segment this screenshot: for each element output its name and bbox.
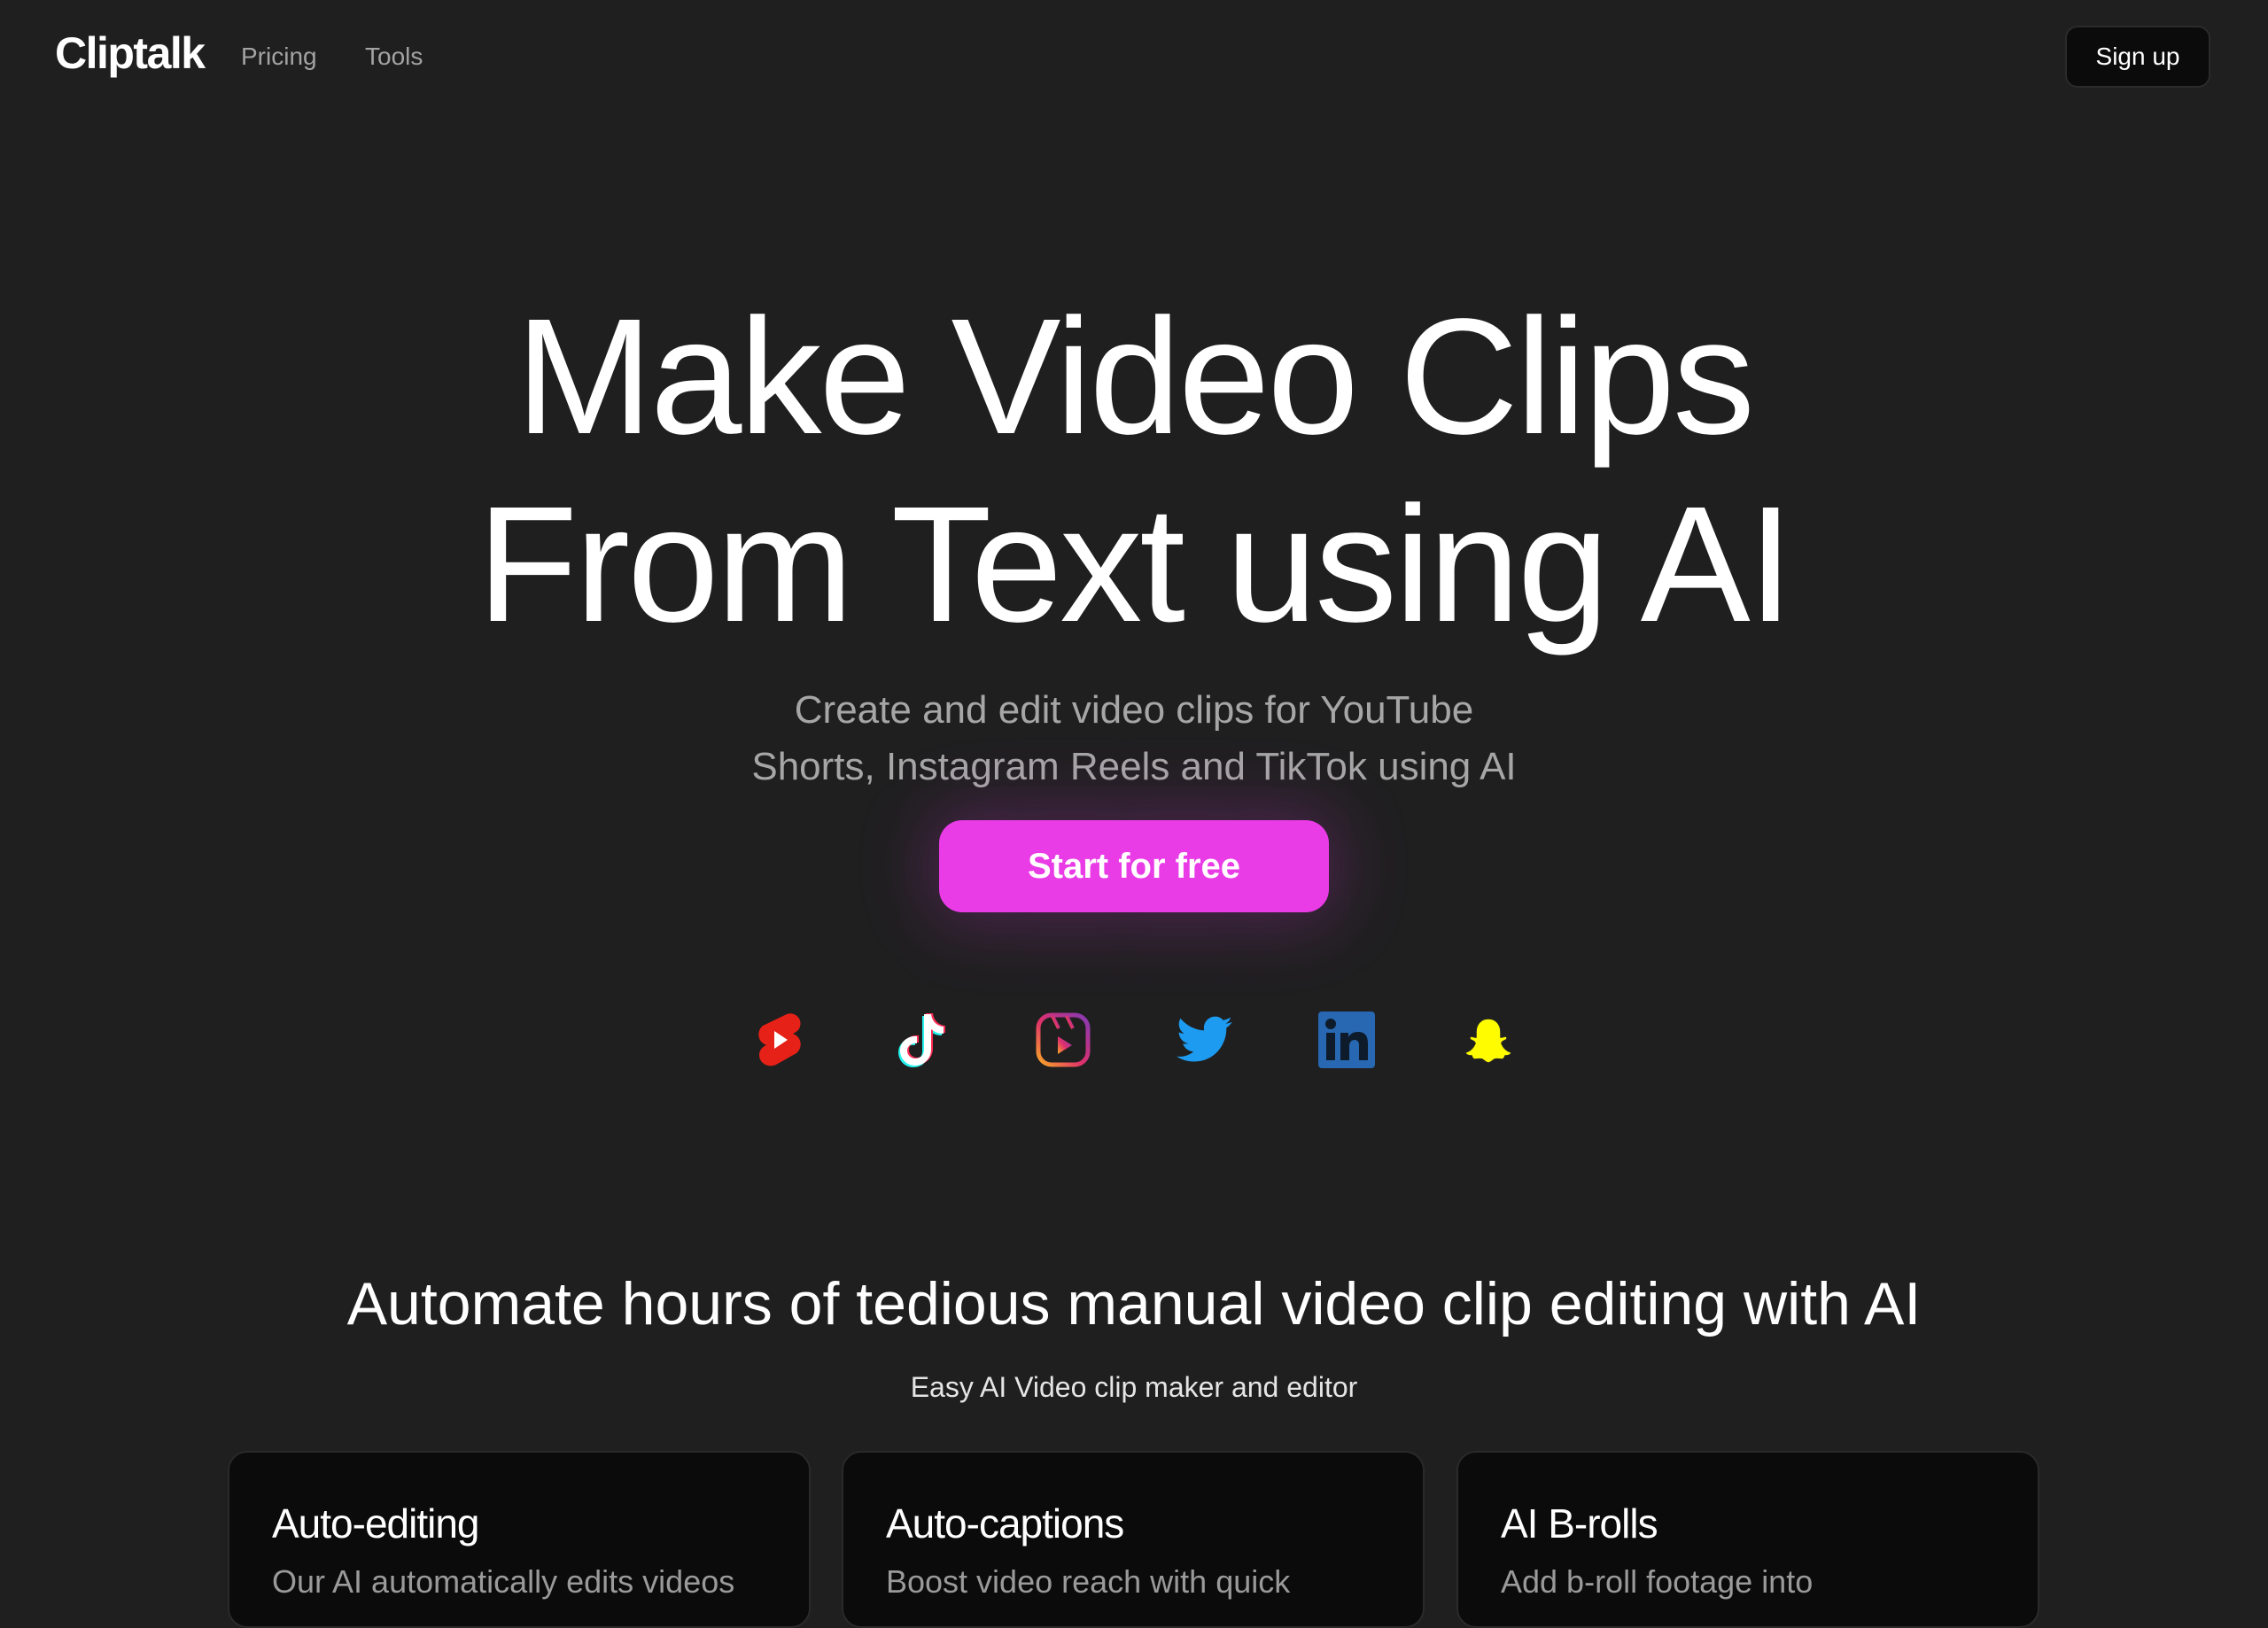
feature-card-title: Auto-editing (272, 1500, 479, 1547)
brand-logo[interactable]: Cliptalk (55, 27, 206, 80)
hero-subtitle: Create and edit video clips for YouTube … (0, 682, 2268, 795)
sign-up-button[interactable]: Sign up (2065, 26, 2210, 88)
features-subtitle: Easy AI Video clip maker and editor (910, 1371, 1358, 1403)
hero-subtitle-line-1: Create and edit video clips for YouTube (794, 688, 1474, 732)
feature-card-description: Our AI automatically edits videos (272, 1563, 735, 1600)
feature-card-ai-b-rolls[interactable]: AI B-rolls Add b-roll footage into (1456, 1451, 2039, 1628)
twitter-icon (1173, 1008, 1237, 1072)
linkedin-icon (1315, 1008, 1379, 1072)
start-for-free-button[interactable]: Start for free (939, 820, 1329, 912)
platform-icons (0, 1008, 2268, 1072)
hero-title: Make Video Clips From Text using AI (0, 283, 2268, 659)
feature-card-description: Add b-roll footage into (1501, 1563, 1814, 1600)
features-title: Automate hours of tedious manual video c… (346, 1270, 1922, 1337)
navbar: Cliptalk Pricing Tools Sign up (0, 0, 2268, 113)
feature-card-description: Boost video reach with quick (886, 1563, 1291, 1600)
feature-card-title: AI B-rolls (1501, 1500, 1658, 1547)
feature-card-auto-editing[interactable]: Auto-editing Our AI automatically edits … (228, 1451, 811, 1628)
nav-link-tools[interactable]: Tools (365, 39, 423, 74)
hero-title-line-2: From Text using AI (477, 473, 1794, 656)
feature-card-auto-captions[interactable]: Auto-captions Boost video reach with qui… (842, 1451, 1425, 1628)
feature-card-title: Auto-captions (886, 1500, 1124, 1547)
hero-subtitle-line-2: Shorts, Instagram Reels and TikTok using… (751, 745, 1517, 788)
tiktok-icon (889, 1008, 953, 1072)
instagram-reels-icon (1031, 1008, 1095, 1072)
hero-title-line-1: Make Video Clips (516, 285, 1755, 469)
snapchat-icon (1456, 1008, 1520, 1072)
nav-link-pricing[interactable]: Pricing (241, 39, 317, 74)
youtube-shorts-icon (748, 1008, 812, 1072)
